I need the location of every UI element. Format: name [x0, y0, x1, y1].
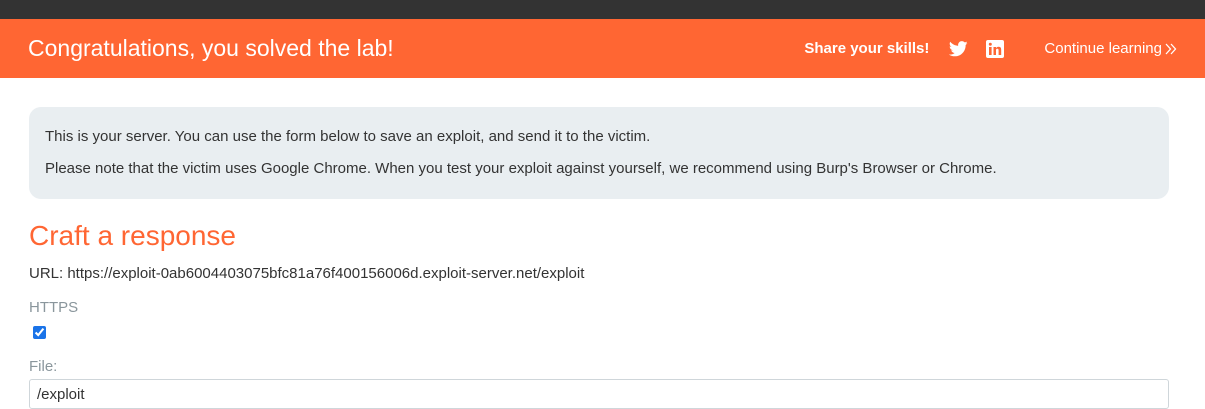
double-chevron-right-icon: [1165, 43, 1177, 54]
server-notice: This is your server. You can use the for…: [29, 107, 1169, 199]
share-label: Share your skills!: [804, 40, 930, 57]
continue-learning-link[interactable]: Continue learning: [1044, 40, 1177, 57]
file-input[interactable]: [29, 379, 1169, 409]
solved-banner: Congratulations, you solved the lab! Sha…: [0, 19, 1205, 78]
main-content: This is your server. You can use the for…: [0, 107, 1205, 409]
https-label: HTTPS: [29, 299, 79, 316]
file-label: File:: [29, 358, 58, 375]
https-checkbox[interactable]: [33, 326, 46, 339]
top-bar: [0, 0, 1205, 19]
continue-learning-label: Continue learning: [1044, 40, 1162, 57]
exploit-url: URL: https://exploit-0ab6004403075bfc81a…: [29, 265, 585, 282]
banner-title: Congratulations, you solved the lab!: [28, 35, 394, 61]
notice-line-1: This is your server. You can use the for…: [45, 128, 651, 145]
notice-line-2: Please note that the victim uses Google …: [45, 160, 997, 177]
linkedin-icon[interactable]: [986, 39, 1005, 58]
craft-response-heading: Craft a response: [29, 220, 236, 251]
twitter-icon[interactable]: [949, 40, 969, 57]
